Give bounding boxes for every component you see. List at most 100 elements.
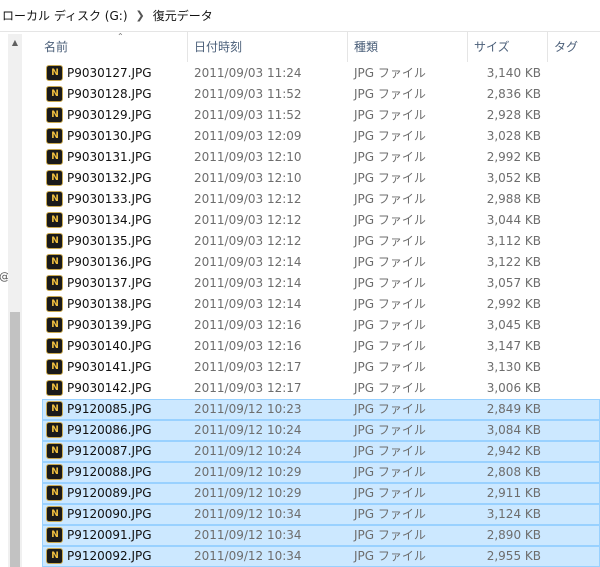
- jpg-viewer-icon: N: [46, 254, 63, 270]
- file-row[interactable]: N P9030136.JPG 2011/09/03 12:14 JPG ファイル 3,1…: [42, 252, 600, 273]
- file-name: P9120085.JPG: [67, 402, 152, 416]
- breadcrumb-drive[interactable]: ローカル ディスク (G:): [0, 7, 130, 24]
- file-type: JPG ファイル: [354, 465, 426, 479]
- file-type: JPG ファイル: [354, 423, 426, 437]
- file-type: JPG ファイル: [354, 507, 426, 521]
- jpg-viewer-icon: N: [46, 401, 63, 417]
- scroll-thumb[interactable]: [10, 312, 20, 567]
- file-name: P9120089.JPG: [67, 486, 152, 500]
- column-header-size[interactable]: サイズ: [467, 32, 547, 62]
- file-date: 2011/09/12 10:23: [194, 402, 302, 416]
- file-name: P9030141.JPG: [67, 360, 152, 374]
- jpg-viewer-icon: N: [46, 65, 63, 81]
- file-date: 2011/09/03 12:14: [194, 297, 302, 311]
- file-date: 2011/09/03 12:12: [194, 192, 302, 206]
- jpg-viewer-icon: N: [46, 380, 63, 396]
- file-name: P9030138.JPG: [67, 297, 152, 311]
- column-header-date[interactable]: 日付時刻: [187, 32, 347, 62]
- file-date: 2011/09/12 10:29: [194, 486, 302, 500]
- column-header-tags[interactable]: タグ: [547, 32, 600, 62]
- file-date: 2011/09/03 12:10: [194, 171, 302, 185]
- file-row[interactable]: N P9030142.JPG 2011/09/03 12:17 JPG ファイル 3,0…: [42, 378, 600, 399]
- file-date: 2011/09/12 10:34: [194, 528, 302, 542]
- file-row[interactable]: N P9030128.JPG 2011/09/03 11:52 JPG ファイル 2,8…: [42, 84, 600, 105]
- file-size: 2,988 KB: [486, 192, 541, 206]
- file-size: 3,044 KB: [486, 213, 541, 227]
- file-row[interactable]: N P9030131.JPG 2011/09/03 12:10 JPG ファイル 2,9…: [42, 147, 600, 168]
- file-row[interactable]: N P9030133.JPG 2011/09/03 12:12 JPG ファイル 2,9…: [42, 189, 600, 210]
- file-date: 2011/09/12 10:24: [194, 423, 302, 437]
- file-row[interactable]: N P9120088.JPG 2011/09/12 10:29 JPG ファイル 2,8…: [42, 462, 600, 483]
- file-row[interactable]: N P9030140.JPG 2011/09/03 12:16 JPG ファイル 3,1…: [42, 336, 600, 357]
- file-size: 3,147 KB: [486, 339, 541, 353]
- file-type: JPG ファイル: [354, 318, 426, 332]
- file-type: JPG ファイル: [354, 87, 426, 101]
- file-date: 2011/09/12 10:24: [194, 444, 302, 458]
- file-name: P9030137.JPG: [67, 276, 152, 290]
- vertical-scrollbar[interactable]: ▲: [8, 34, 22, 567]
- file-size: 3,140 KB: [486, 66, 541, 80]
- file-row[interactable]: N P9120086.JPG 2011/09/12 10:24 JPG ファイル 3,0…: [42, 420, 600, 441]
- file-name: P9030131.JPG: [67, 150, 152, 164]
- file-type: JPG ファイル: [354, 234, 426, 248]
- file-date: 2011/09/03 12:10: [194, 150, 302, 164]
- file-name: P9030135.JPG: [67, 234, 152, 248]
- file-size: 2,942 KB: [486, 444, 541, 458]
- file-row[interactable]: N P9120089.JPG 2011/09/12 10:29 JPG ファイル 2,9…: [42, 483, 600, 504]
- file-list: N P9030127.JPG 2011/09/03 11:24 JPG ファイル 3,1…: [42, 63, 600, 567]
- scroll-up-icon[interactable]: ▲: [8, 34, 22, 50]
- file-date: 2011/09/03 12:17: [194, 360, 302, 374]
- file-size: 3,122 KB: [486, 255, 541, 269]
- file-name: P9030134.JPG: [67, 213, 152, 227]
- file-name: P9120087.JPG: [67, 444, 152, 458]
- chevron-right-icon[interactable]: ❯: [136, 9, 145, 22]
- file-size: 2,992 KB: [486, 150, 541, 164]
- file-row[interactable]: N P9030139.JPG 2011/09/03 12:16 JPG ファイル 3,0…: [42, 315, 600, 336]
- file-type: JPG ファイル: [354, 381, 426, 395]
- jpg-viewer-icon: N: [46, 485, 63, 501]
- file-size: 2,911 KB: [486, 486, 541, 500]
- file-row[interactable]: N P9030138.JPG 2011/09/03 12:14 JPG ファイル 2,9…: [42, 294, 600, 315]
- file-type: JPG ファイル: [354, 402, 426, 416]
- jpg-viewer-icon: N: [46, 86, 63, 102]
- file-row[interactable]: N P9120092.JPG 2011/09/12 10:34 JPG ファイル 2,9…: [42, 546, 600, 567]
- file-size: 2,890 KB: [486, 528, 541, 542]
- file-name: P9030128.JPG: [67, 87, 152, 101]
- breadcrumb-folder[interactable]: 復元データ: [151, 7, 215, 24]
- file-name: P9030139.JPG: [67, 318, 152, 332]
- file-name: P9030129.JPG: [67, 108, 152, 122]
- column-header-type[interactable]: 種類: [347, 32, 467, 62]
- file-row[interactable]: N P9120091.JPG 2011/09/12 10:34 JPG ファイル 2,8…: [42, 525, 600, 546]
- file-type: JPG ファイル: [354, 255, 426, 269]
- jpg-viewer-icon: N: [46, 359, 63, 375]
- file-row[interactable]: N P9030135.JPG 2011/09/03 12:12 JPG ファイル 3,1…: [42, 231, 600, 252]
- file-size: 3,124 KB: [486, 507, 541, 521]
- file-row[interactable]: N P9030129.JPG 2011/09/03 11:52 JPG ファイル 2,9…: [42, 105, 600, 126]
- file-row[interactable]: N P9030132.JPG 2011/09/03 12:10 JPG ファイル 3,0…: [42, 168, 600, 189]
- file-name: P9030127.JPG: [67, 66, 152, 80]
- jpg-viewer-icon: N: [46, 107, 63, 123]
- jpg-viewer-icon: N: [46, 170, 63, 186]
- file-date: 2011/09/03 12:12: [194, 213, 302, 227]
- file-date: 2011/09/12 10:34: [194, 507, 302, 521]
- jpg-viewer-icon: N: [46, 317, 63, 333]
- file-row[interactable]: N P9030127.JPG 2011/09/03 11:24 JPG ファイル 3,1…: [42, 63, 600, 84]
- file-row[interactable]: N P9120085.JPG 2011/09/12 10:23 JPG ファイル 2,8…: [42, 399, 600, 420]
- file-name: P9120088.JPG: [67, 465, 152, 479]
- breadcrumb: ローカル ディスク (G:) ❯ 復元データ: [0, 0, 600, 32]
- file-type: JPG ファイル: [354, 66, 426, 80]
- file-row[interactable]: N P9120090.JPG 2011/09/12 10:34 JPG ファイル 3,1…: [42, 504, 600, 525]
- file-type: JPG ファイル: [354, 549, 426, 563]
- jpg-viewer-icon: N: [46, 548, 63, 564]
- file-size: 3,052 KB: [486, 171, 541, 185]
- file-row[interactable]: N P9120087.JPG 2011/09/12 10:24 JPG ファイル 2,9…: [42, 441, 600, 462]
- file-date: 2011/09/03 11:24: [194, 66, 302, 80]
- jpg-viewer-icon: N: [46, 296, 63, 312]
- file-row[interactable]: N P9030137.JPG 2011/09/03 12:14 JPG ファイル 3,0…: [42, 273, 600, 294]
- file-type: JPG ファイル: [354, 213, 426, 227]
- file-row[interactable]: N P9030130.JPG 2011/09/03 12:09 JPG ファイル 3,0…: [42, 126, 600, 147]
- file-row[interactable]: N P9030141.JPG 2011/09/03 12:17 JPG ファイル 3,1…: [42, 357, 600, 378]
- column-header-name[interactable]: 名前 ⌃: [38, 32, 184, 62]
- file-row[interactable]: N P9030134.JPG 2011/09/03 12:12 JPG ファイル 3,0…: [42, 210, 600, 231]
- file-name: P9030132.JPG: [67, 171, 152, 185]
